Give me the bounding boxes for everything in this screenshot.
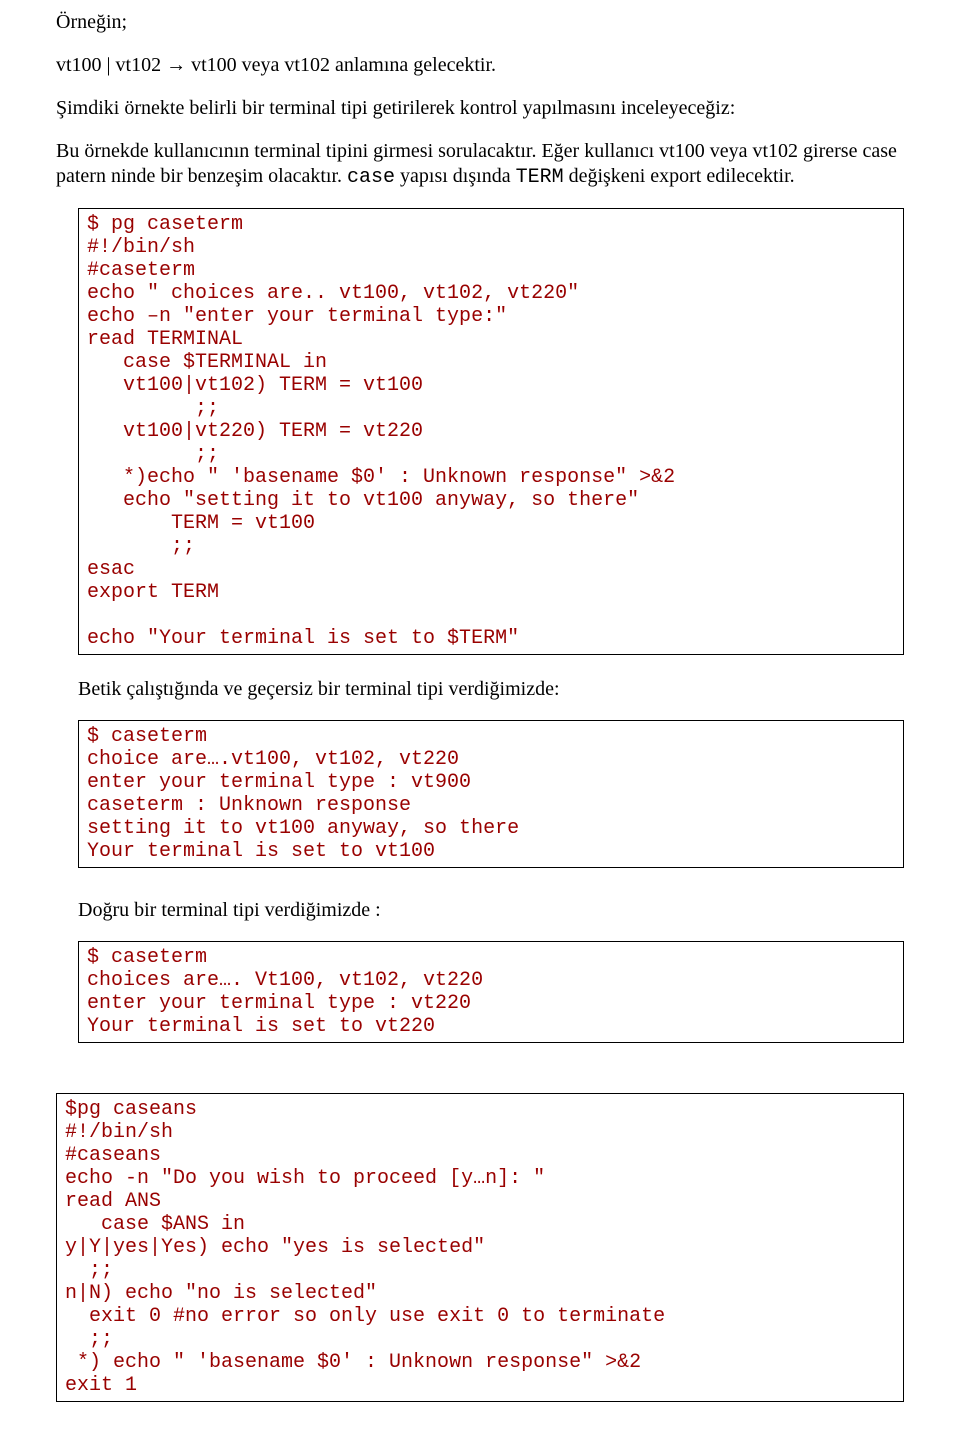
paragraph-1: Örneğin; xyxy=(56,10,904,35)
p2-post: vt100 veya vt102 anlamına gelecektir. xyxy=(186,54,496,76)
code-block-caseterm-script: $ pg caseterm #!/bin/sh #caseterm echo "… xyxy=(78,208,904,655)
paragraph-3b: Bu örnekde kullanıcının terminal tipini … xyxy=(56,139,904,190)
arrow-icon: → xyxy=(166,54,186,76)
inline-code-term: TERM xyxy=(516,166,564,189)
paragraph-5: Doğru bir terminal tipi verdiğimizde : xyxy=(78,898,904,923)
p2-pre: vt100 | vt102 xyxy=(56,54,166,76)
p3b-part3: değişkeni export edilecektir. xyxy=(564,165,795,187)
code-block-invalid-run: $ caseterm choice are….vt100, vt102, vt2… xyxy=(78,720,904,868)
p3b-part2: yapısı dışında xyxy=(395,165,516,187)
code-block-caseans-script: $pg caseans #!/bin/sh #caseans echo -n "… xyxy=(56,1093,904,1402)
inline-code-case: case xyxy=(347,166,395,189)
paragraph-2: vt100 | vt102 → vt100 veya vt102 anlamın… xyxy=(56,53,904,78)
paragraph-4: Betik çalıştığında ve geçersiz bir termi… xyxy=(78,677,904,702)
paragraph-3a: Şimdiki örnekte belirli bir terminal tip… xyxy=(56,96,904,121)
code-block-valid-run: $ caseterm choices are…. Vt100, vt102, v… xyxy=(78,941,904,1043)
